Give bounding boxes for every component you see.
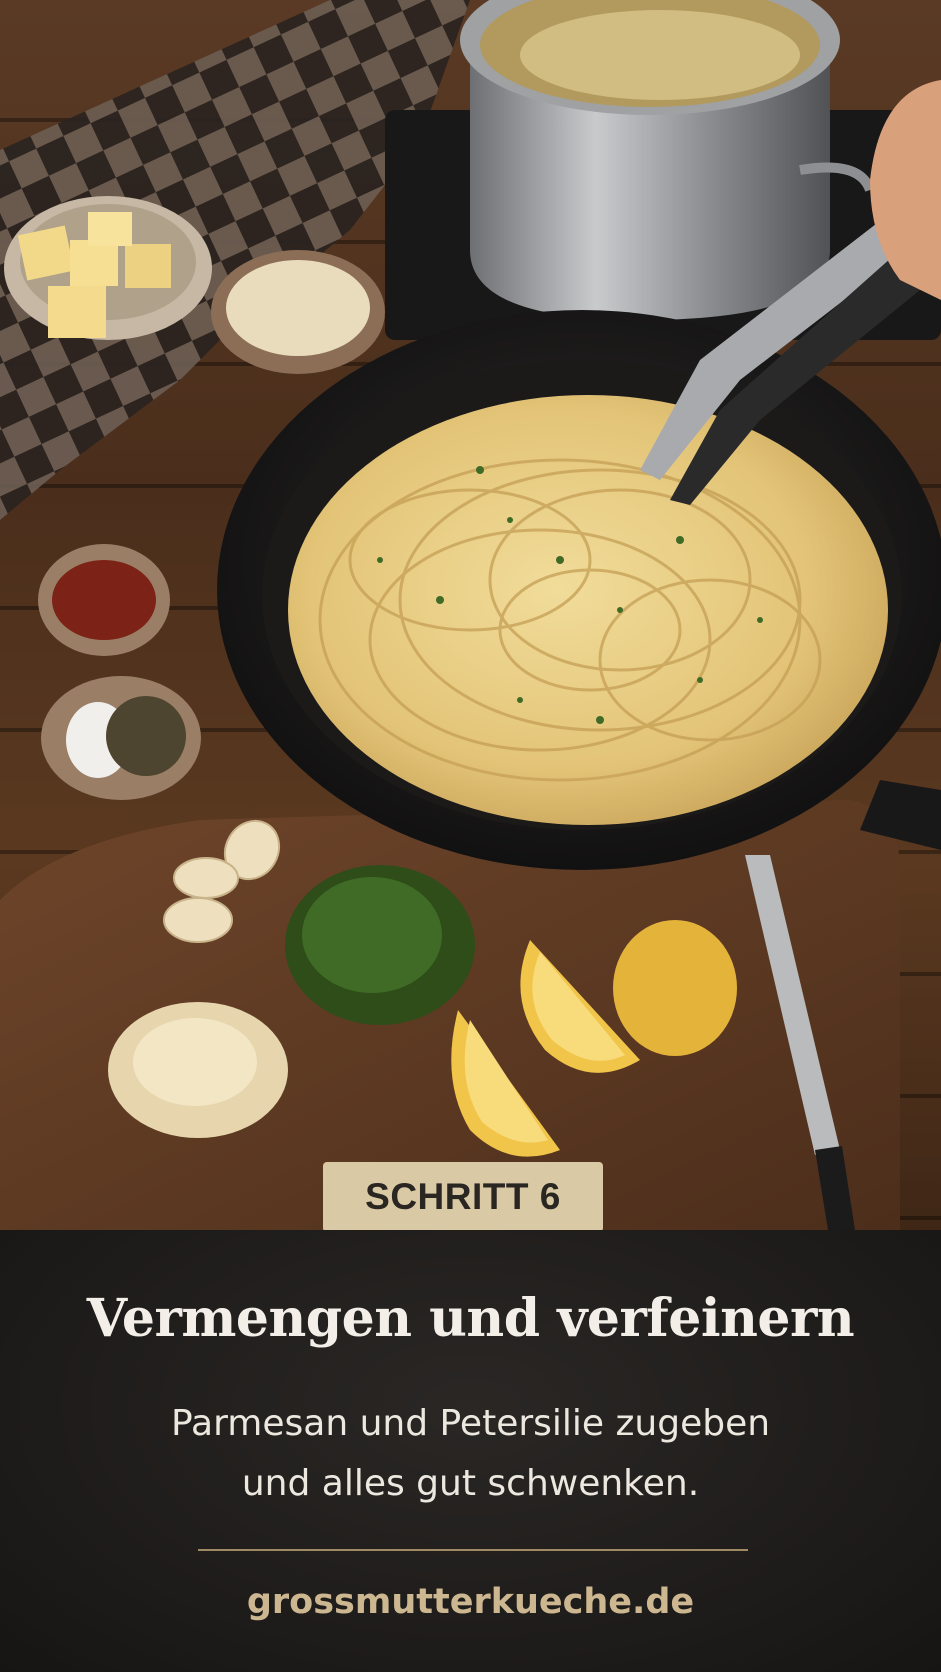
step-badge: SCHRITT 6	[323, 1162, 603, 1230]
cooking-pot	[460, 0, 875, 320]
grated-cheese-bowl	[211, 250, 385, 374]
salt-pepper-bowl	[41, 676, 201, 800]
food-illustration	[0, 0, 941, 1230]
minced-garlic	[108, 1002, 288, 1138]
butter-bowl	[4, 196, 212, 340]
description-line-1: Parmesan und Petersilie zugeben	[170, 1403, 771, 1444]
step-description: Parmesan und Petersilie zugeben und alle…	[0, 1394, 941, 1514]
chopped-parsley	[285, 865, 475, 1025]
recipe-photo: SCHRITT 6	[0, 0, 941, 1230]
step-title: Vermengen und verfeinern	[86, 1288, 855, 1349]
frying-pan	[217, 310, 941, 870]
divider	[198, 1549, 748, 1551]
chili-flakes-bowl	[38, 544, 170, 656]
website-link[interactable]: grossmutterkueche.de	[0, 1582, 941, 1622]
text-panel: Vermengen und verfeinern Parmesan und Pe…	[0, 1230, 941, 1672]
recipe-step-card: SCHRITT 6 Vermengen und verfeinern Parme…	[0, 0, 941, 1672]
description-line-2: und alles gut schwenken.	[241, 1463, 700, 1504]
lemon-zest	[613, 920, 737, 1056]
